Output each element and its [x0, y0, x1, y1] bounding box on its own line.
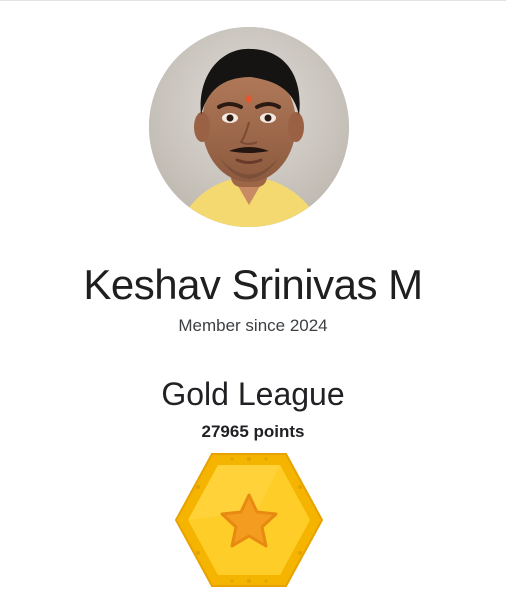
avatar [149, 27, 349, 227]
profile-name: Keshav Srinivas M [83, 261, 423, 308]
league-points: 27965 points [201, 422, 305, 441]
league-title: Gold League [161, 376, 345, 412]
member-since: Member since 2024 [178, 316, 328, 335]
gold-league-badge [174, 451, 324, 589]
star-hexagon-icon [174, 453, 324, 587]
top-divider [0, 0, 506, 1]
profile-photo-icon [149, 27, 349, 227]
